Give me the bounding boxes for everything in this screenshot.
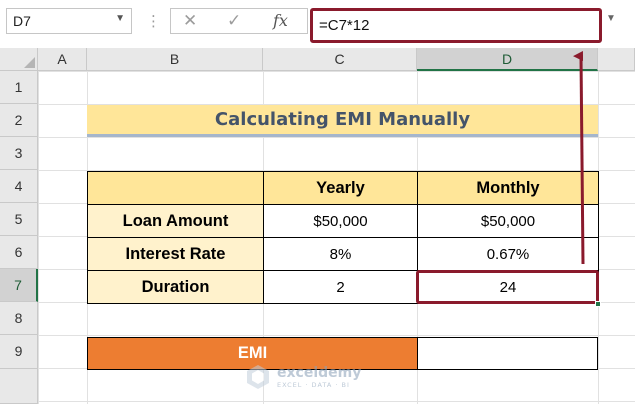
formula-input[interactable]: =C7*12 — [310, 8, 602, 43]
column-header-c[interactable]: C — [263, 48, 417, 71]
column-header-e[interactable] — [598, 48, 635, 71]
row-header-1[interactable]: 1 — [0, 71, 38, 104]
row-header-4[interactable]: 4 — [0, 170, 38, 203]
formula-bar: D7 ▼ ⋮ ✕ ✓ fx =C7*12 ▼ — [0, 0, 635, 46]
check-icon[interactable]: ✓ — [227, 11, 241, 31]
row-header-6[interactable]: 6 — [0, 236, 38, 269]
exceldemy-watermark: exceldemy EXCEL · DATA · BI — [244, 357, 361, 397]
table-header-blank[interactable] — [87, 171, 264, 205]
chevron-down-icon[interactable]: ▼ — [115, 13, 125, 24]
loan-amount-yearly[interactable]: $50,000 — [263, 204, 418, 238]
column-header-d[interactable]: D — [417, 48, 598, 71]
watermark-tagline: EXCEL · DATA · BI — [277, 380, 350, 389]
more-options-icon[interactable]: ⋮ — [146, 8, 161, 36]
watermark-name: exceldemy — [277, 364, 362, 381]
row-header-10[interactable] — [0, 369, 38, 404]
exceldemy-logo-icon — [247, 365, 269, 389]
row-header-3[interactable]: 3 — [0, 137, 38, 170]
formula-tools: ✕ ✓ fx — [170, 8, 308, 34]
formula-text: =C7*12 — [319, 17, 370, 34]
interest-rate-yearly[interactable]: 8% — [263, 237, 418, 271]
row-label-loan-amount[interactable]: Loan Amount — [87, 204, 264, 238]
row-header-2[interactable]: 2 — [0, 104, 38, 137]
row-label-duration[interactable]: Duration — [87, 270, 264, 304]
table-header-yearly[interactable]: Yearly — [263, 171, 418, 205]
name-box-value: D7 — [13, 13, 31, 29]
selected-cell-highlight — [416, 270, 599, 304]
row-label-interest-rate[interactable]: Interest Rate — [87, 237, 264, 271]
interest-rate-monthly[interactable]: 0.67% — [417, 237, 599, 271]
duration-yearly[interactable]: 2 — [263, 270, 418, 304]
name-box[interactable]: D7 ▼ — [6, 8, 132, 34]
emi-value-cell[interactable] — [417, 337, 598, 370]
row-header-8[interactable]: 8 — [0, 302, 38, 335]
column-header-b[interactable]: B — [87, 48, 263, 71]
expand-formula-icon[interactable]: ▼ — [606, 13, 616, 24]
row-header-5[interactable]: 5 — [0, 203, 38, 236]
fill-handle[interactable] — [595, 301, 601, 307]
row-header-9[interactable]: 9 — [0, 335, 38, 369]
close-icon[interactable]: ✕ — [183, 11, 197, 31]
loan-amount-monthly[interactable]: $50,000 — [417, 204, 599, 238]
table-header-monthly[interactable]: Monthly — [417, 171, 599, 205]
sheet-title: Calculating EMI Manually — [214, 109, 471, 130]
sheet-title-cell[interactable]: Calculating EMI Manually — [87, 105, 598, 137]
insert-function-icon[interactable]: fx — [273, 11, 288, 31]
column-header-a[interactable]: A — [38, 48, 87, 71]
select-all-corner[interactable] — [0, 48, 38, 71]
row-header-7[interactable]: 7 — [0, 269, 38, 302]
